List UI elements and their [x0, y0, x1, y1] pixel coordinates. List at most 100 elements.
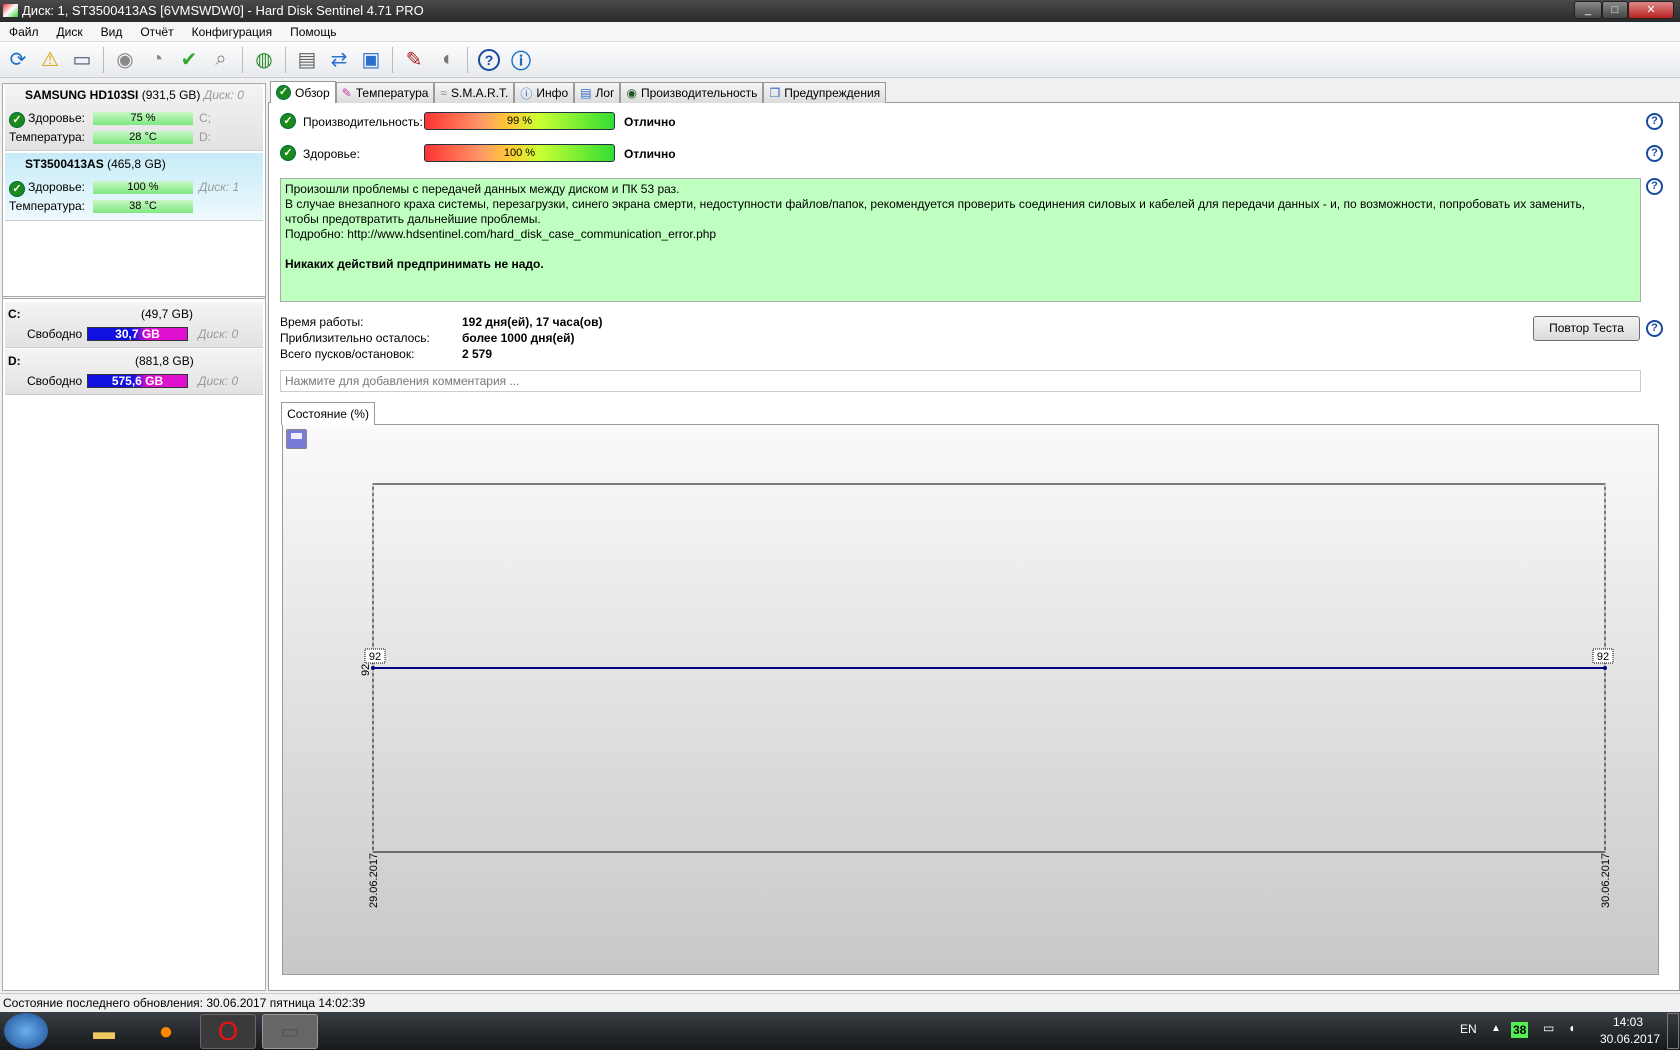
volume-icon[interactable]: ◖: [1568, 1021, 1575, 1035]
menu-file[interactable]: Файл: [0, 22, 48, 42]
volume-item-d[interactable]: D: (881,8 GB) Свободно 575,6 GB Диск: 0: [5, 349, 263, 395]
settings-icon[interactable]: ✎: [400, 46, 428, 74]
app-icon: [3, 4, 18, 17]
explorer-taskbar-icon[interactable]: ▬: [76, 1014, 132, 1049]
disk-test-icon[interactable]: ◉: [111, 46, 139, 74]
health-label: Здоровье:: [28, 180, 85, 194]
hdsentinel-taskbar-icon[interactable]: ▭: [262, 1014, 318, 1049]
status-message-box: Произошли проблемы с передачей данных ме…: [280, 178, 1641, 302]
tab-overview[interactable]: ✓ Обзор: [270, 81, 336, 103]
sound-icon[interactable]: ◖: [432, 46, 460, 74]
menu-disk[interactable]: Диск: [48, 22, 92, 42]
globe-disk-icon[interactable]: ◍: [250, 46, 278, 74]
panel-divider: [3, 296, 265, 299]
tab-smart[interactable]: ≈ S.M.A.R.T.: [434, 82, 515, 103]
uptime-value: 192 дня(ей), 17 часа(ов): [462, 315, 603, 329]
report-icon[interactable]: ▤: [293, 46, 321, 74]
temp-label: Температура:: [8, 199, 85, 213]
tab-alerts[interactable]: ❐ Предупреждения: [763, 82, 887, 103]
menu-view[interactable]: Вид: [92, 22, 132, 42]
data-label: 92: [369, 651, 381, 663]
smart-icon: ≈: [440, 86, 448, 100]
opera-taskbar-icon[interactable]: O: [200, 1014, 256, 1049]
volume-size: (881,8 GB): [135, 354, 194, 368]
info-icon: ⓘ: [520, 86, 533, 101]
health-status: Отлично: [624, 147, 676, 161]
health-label: Здоровье:: [28, 111, 85, 125]
start-button[interactable]: [4, 1013, 48, 1049]
disk-item-0[interactable]: SAMSUNG HD103SI (931,5 GB) Диск: 0 ✓ Здо…: [5, 84, 263, 151]
toolbar: ⟳ ⚠ ▭ ◉ ◔ ✔ ⌕ ◍ ▤ ⇄ ▣ ✎ ◖ ? ⓘ: [0, 42, 1680, 78]
warning-refresh-icon[interactable]: ⚠: [36, 46, 64, 74]
help-icon[interactable]: ?: [1646, 145, 1663, 162]
disk-size: (465,8 GB): [107, 157, 166, 171]
message-line: чтобы предотвратить дальнейшие проблемы.: [285, 212, 541, 226]
performance-bar: 99 %: [424, 112, 615, 130]
refresh-icon[interactable]: ⟳: [4, 46, 32, 74]
temp-label: Температура:: [8, 130, 85, 144]
comment-input[interactable]: Нажмите для добавления комментария ...: [280, 370, 1641, 392]
help-icon[interactable]: ?: [1646, 320, 1663, 337]
starts-label: Всего пусков/остановок:: [280, 347, 415, 361]
disk-item-1[interactable]: ST3500413AS (465,8 GB) ✓ Здоровье: 100 % Д…: [5, 153, 263, 221]
disk-icon[interactable]: ▭: [68, 46, 96, 74]
remaining-value: более 1000 дня(ей): [462, 331, 575, 345]
show-desktop-button[interactable]: [1667, 1013, 1679, 1049]
temp-bar: 28 °C: [93, 131, 193, 144]
log-icon: ▤: [580, 86, 592, 100]
taskbar: ▬ ● O ▭ EN ▲ 38 ▭ ◖ 14:03 30.06.2017: [0, 1012, 1680, 1050]
check-icon: ✓: [280, 113, 296, 129]
firefox-taskbar-icon[interactable]: ●: [138, 1014, 194, 1049]
alerts-icon: ❐: [769, 86, 781, 100]
send-icon[interactable]: ⇄: [325, 46, 353, 74]
retest-button[interactable]: Повтор Теста: [1533, 316, 1640, 341]
help-icon[interactable]: ?: [1646, 113, 1663, 130]
menu-help[interactable]: Помощь: [281, 22, 345, 42]
volume-letter: C:: [8, 307, 21, 321]
close-button[interactable]: ✕: [1628, 1, 1674, 19]
x-tick-label: 29.06.2017: [368, 853, 380, 908]
disk-name: SAMSUNG HD103SI: [25, 88, 139, 102]
info-icon[interactable]: ⓘ: [507, 46, 535, 74]
status-bar: Состояние последнего обновления: 30.06.2…: [0, 993, 1680, 1012]
menu-config[interactable]: Конфигурация: [183, 22, 282, 42]
tab-performance[interactable]: ◉ Производительность: [620, 82, 764, 103]
network-icon[interactable]: ▣: [357, 46, 385, 74]
menu-bar: Файл Диск Вид Отчёт Конфигурация Помощь: [0, 22, 1680, 42]
minimize-button[interactable]: _: [1574, 1, 1602, 19]
tab-log[interactable]: ▤ Лог: [574, 82, 621, 103]
disk-search-icon[interactable]: ⌕: [207, 46, 235, 74]
health-bar: 100 %: [93, 181, 193, 194]
check-icon: ✓: [276, 85, 291, 100]
language-indicator[interactable]: EN: [1460, 1022, 1477, 1036]
gauge-icon: ◉: [626, 86, 637, 100]
starts-value: 2 579: [462, 347, 493, 361]
remaining-label: Приблизительно осталось:: [280, 331, 430, 345]
disk-check-icon[interactable]: ✔: [175, 46, 203, 74]
clock-time[interactable]: 14:03: [1613, 1015, 1643, 1029]
volume-item-c[interactable]: C: (49,7 GB) Свободно 30,7 GB Диск: 0: [5, 302, 263, 348]
show-hidden-icons[interactable]: ▲: [1491, 1023, 1501, 1034]
tab-info[interactable]: ⓘ Инфо: [514, 82, 575, 103]
volume-letter: D:: [8, 354, 21, 368]
tray-temperature[interactable]: 38: [1511, 1022, 1529, 1038]
free-label: Свободно: [27, 327, 83, 341]
thermometer-icon: ✎: [341, 86, 352, 100]
maximize-button[interactable]: □: [1602, 1, 1628, 19]
volume-size: (49,7 GB): [141, 307, 194, 321]
tab-temperature[interactable]: ✎ Температура: [335, 82, 435, 103]
clock-date[interactable]: 30.06.2017: [1600, 1032, 1660, 1046]
network-icon[interactable]: ▭: [1543, 1021, 1554, 1035]
disk-number: Диск: 1: [199, 180, 240, 194]
details-link[interactable]: Подробно: http://www.hdsentinel.com/hard…: [285, 227, 1636, 242]
performance-status: Отлично: [624, 115, 676, 129]
help-icon[interactable]: ?: [475, 46, 503, 74]
x-tick-label: 30.06.2017: [1600, 853, 1612, 908]
disk-timer-icon[interactable]: ◔: [143, 46, 171, 74]
data-label: 92: [1597, 651, 1609, 663]
tab-bar: ✓ Обзор ✎ Температура ≈ S.M.A.R.T. ⓘ Инфо ▤ Л…: [270, 81, 887, 103]
help-icon[interactable]: ?: [1646, 178, 1663, 195]
tab-health-chart[interactable]: Состояние (%): [281, 402, 375, 425]
menu-report[interactable]: Отчёт: [131, 22, 182, 42]
window-title: Диск: 1, ST3500413AS [6VMSWDW0] - Hard D…: [22, 3, 424, 18]
